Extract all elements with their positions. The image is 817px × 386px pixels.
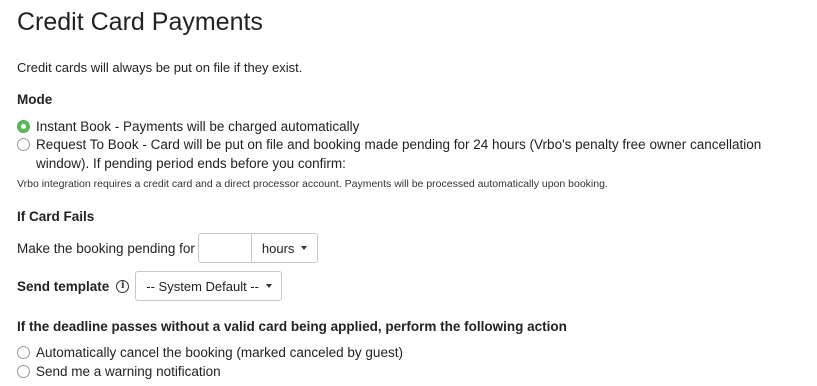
info-circle-icon[interactable]: i <box>116 279 130 293</box>
intro-text: Credit cards will always be put on file … <box>17 60 303 75</box>
deadline-option-warning[interactable]: Send me a warning notification <box>17 362 221 381</box>
radio-checked-icon[interactable] <box>17 120 30 133</box>
radio-unchecked-icon[interactable] <box>17 365 30 378</box>
deadline-heading: If the deadline passes without a valid c… <box>17 319 567 334</box>
deadline-option-label: Automatically cancel the booking (marked… <box>36 345 403 360</box>
unit-label: hours <box>261 240 295 256</box>
pending-label: Make the booking pending for <box>17 240 195 256</box>
radio-unchecked-icon[interactable] <box>17 346 30 359</box>
card-fails-heading: If Card Fails <box>17 209 95 224</box>
template-value: -- System Default -- <box>146 278 259 294</box>
pending-hours-input[interactable] <box>197 233 252 263</box>
template-row: Send template i -- System Default -- <box>17 271 282 301</box>
radio-unchecked-icon[interactable] <box>17 138 30 151</box>
caret-down-icon <box>265 284 272 288</box>
template-label: Send template <box>17 278 110 294</box>
mode-option-label: Instant Book - Payments will be charged … <box>36 119 360 134</box>
unit-dropdown[interactable]: hours <box>251 233 319 263</box>
deadline-option-cancel[interactable]: Automatically cancel the booking (marked… <box>17 343 403 362</box>
mode-option-instant-book[interactable]: Instant Book - Payments will be charged … <box>17 117 807 136</box>
template-dropdown[interactable]: -- System Default -- <box>135 271 282 301</box>
mode-heading: Mode <box>17 92 53 107</box>
pending-row: Make the booking pending for hours <box>17 233 319 263</box>
mode-option-request-to-book[interactable]: Request To Book - Card will be put on fi… <box>17 135 812 173</box>
mode-option-label: Request To Book - Card will be put on fi… <box>36 137 762 171</box>
deadline-option-label: Send me a warning notification <box>36 364 221 379</box>
vrbo-note: Vrbo integration requires a credit card … <box>17 178 608 190</box>
caret-down-icon <box>301 246 308 250</box>
page-title: Credit Card Payments <box>17 8 263 36</box>
